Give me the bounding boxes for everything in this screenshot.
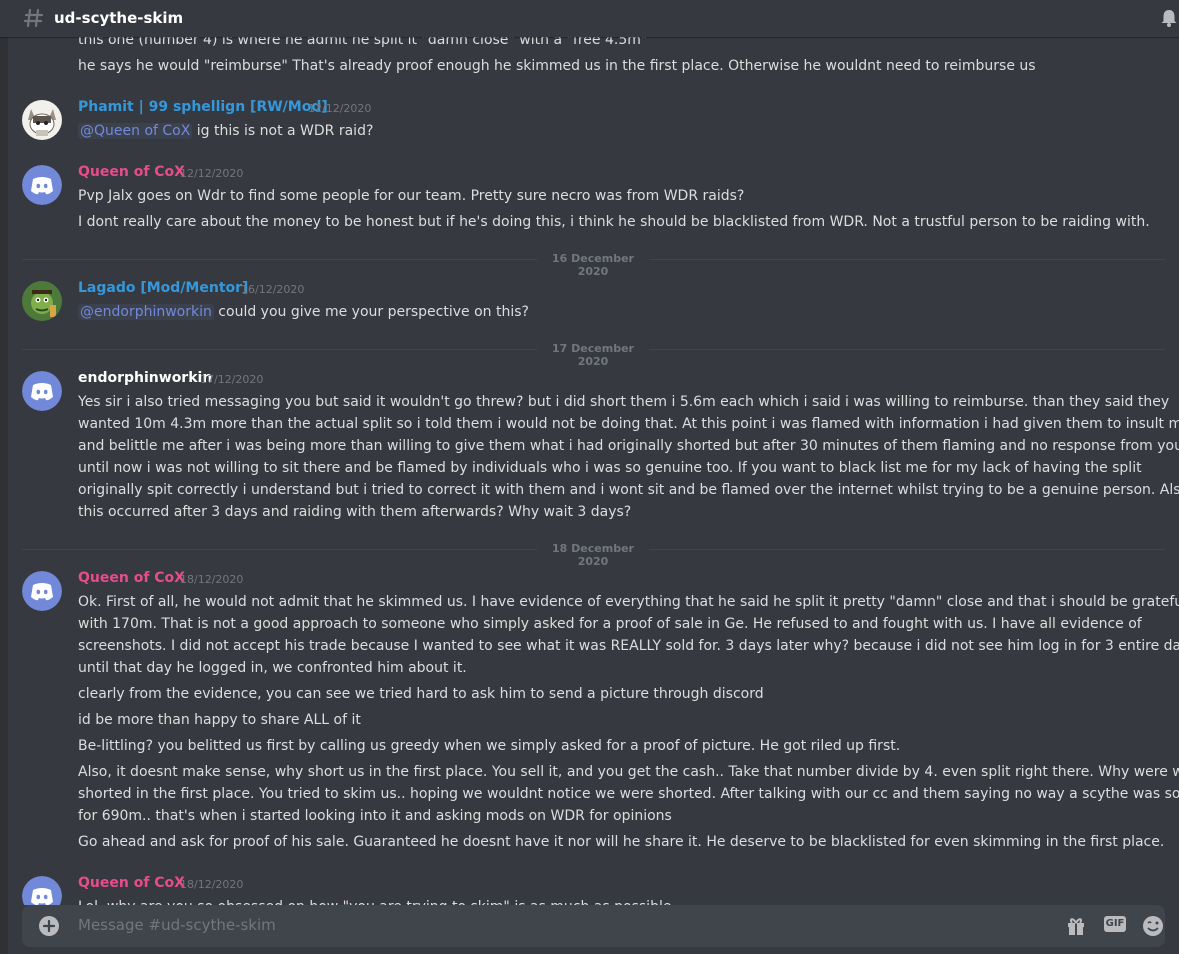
message-list[interactable]: this one (number 4) is where he admit he… xyxy=(0,0,1179,905)
message-author[interactable]: endorphinworkin xyxy=(78,370,212,386)
message-author[interactable]: Queen of CoX xyxy=(78,164,185,180)
message-text: Go ahead and ask for proof of his sale. … xyxy=(78,834,1165,850)
avatar-default-discord[interactable] xyxy=(22,876,62,905)
message-input[interactable]: Message #ud-scythe-skim xyxy=(78,916,276,934)
message-text: with 170m. That is not a good approach t… xyxy=(78,616,1142,632)
date-divider-label: 17 December 2020 xyxy=(537,342,649,368)
message-timestamp: 18/12/2020 xyxy=(180,573,244,586)
message-text: @Queen of CoX ig this is not a WDR raid? xyxy=(78,120,373,142)
message-author[interactable]: Queen of CoX xyxy=(78,570,185,586)
message-text: he says he would "reimburse" That's alre… xyxy=(78,58,1036,74)
message-text: I dont really care about the money to be… xyxy=(78,214,1150,230)
message-text: originally spit correctly i understand b… xyxy=(78,482,1179,498)
user-mention[interactable]: @Queen of CoX xyxy=(78,123,193,139)
bell-icon[interactable] xyxy=(1159,8,1179,28)
message-timestamp: 18/12/2020 xyxy=(180,878,244,891)
date-divider-label: 18 December 2020 xyxy=(537,542,649,568)
message-text-partial: Lol, why are you so obsessed on how "you… xyxy=(78,896,671,905)
gif-icon[interactable]: GIF xyxy=(1104,916,1126,932)
gift-icon[interactable] xyxy=(1065,915,1087,937)
hash-icon xyxy=(23,8,44,28)
message-text: Be-littling? you belitted us first by ca… xyxy=(78,738,901,754)
message-composer[interactable]: Message #ud-scythe-skim GIF xyxy=(22,905,1165,947)
message-text: id be more than happy to share ALL of it xyxy=(78,712,361,728)
plus-circle-icon[interactable] xyxy=(39,916,59,936)
message-text: and belittle me after i was being more t… xyxy=(78,438,1179,454)
avatar-phamit[interactable] xyxy=(22,100,62,140)
message-text: Ok. First of all, he would not admit tha… xyxy=(78,594,1179,610)
message-text: clearly from the evidence, you can see w… xyxy=(78,686,764,702)
message-text: this occurred after 3 days and raiding w… xyxy=(78,504,632,520)
message-timestamp: 12/12/2020 xyxy=(308,102,372,115)
message-text-body: ig this is not a WDR raid? xyxy=(192,123,374,139)
avatar-default-discord[interactable] xyxy=(22,165,62,205)
message-text: until that day he logged in, we confront… xyxy=(78,660,467,676)
message-author[interactable]: Phamit | 99 sphellign [RW/Mod] xyxy=(78,99,328,115)
message-text: Yes sir i also tried messaging you but s… xyxy=(78,394,1170,410)
message-timestamp: 16/12/2020 xyxy=(241,283,305,296)
avatar-lagado[interactable] xyxy=(22,281,62,321)
message-text: until now i was not willing to sit there… xyxy=(78,460,1142,476)
message-timestamp: 17/12/2020 xyxy=(200,373,264,386)
message-text: screenshots. I did not accept his trade … xyxy=(78,638,1179,654)
message-author[interactable]: Lagado [Mod/Mentor] xyxy=(78,280,248,296)
user-mention[interactable]: @endorphinworkin xyxy=(78,304,214,320)
date-divider-label: 16 December 2020 xyxy=(537,252,649,278)
avatar-default-discord[interactable] xyxy=(22,571,62,611)
message-text: Also, it doesnt make sense, why short us… xyxy=(78,764,1179,780)
message-text: shorted in the first place. You tried to… xyxy=(78,786,1179,802)
message-text: for 690m.. that's when i started looking… xyxy=(78,808,672,824)
message-timestamp: 12/12/2020 xyxy=(180,167,244,180)
message-text: wanted 10m 4.3m more than the actual spl… xyxy=(78,416,1179,432)
message-text: @endorphinworkin could you give me your … xyxy=(78,301,529,323)
emoji-icon[interactable] xyxy=(1142,915,1164,937)
message-text-body: could you give me your perspective on th… xyxy=(213,304,529,320)
avatar-default-discord[interactable] xyxy=(22,371,62,411)
message-text: Pvp Jalx goes on Wdr to find some people… xyxy=(78,188,745,204)
channel-name: ud-scythe-skim xyxy=(54,9,184,27)
channel-header: ud-scythe-skim xyxy=(0,0,1179,37)
message-author[interactable]: Queen of CoX xyxy=(78,875,185,891)
